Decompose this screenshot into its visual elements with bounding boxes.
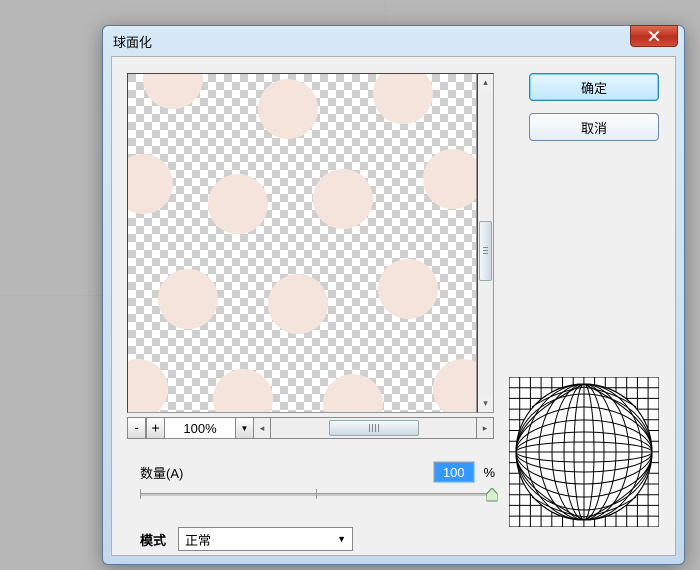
zoom-dropdown[interactable]: ▼ xyxy=(235,417,254,439)
titlebar[interactable]: 球面化 xyxy=(103,26,684,56)
scroll-down-icon[interactable]: ▾ xyxy=(478,395,493,412)
scroll-up-icon[interactable]: ▴ xyxy=(478,74,493,91)
close-icon xyxy=(648,30,660,42)
ok-button[interactable]: 确定 xyxy=(529,73,659,101)
dialog-client: ▴ ▾ - + 100% ▼ ◂ ▸ 数量(A) % xyxy=(111,56,676,556)
amount-input[interactable] xyxy=(434,462,474,482)
spherize-dialog: 球面化 ▴ ▾ - xyxy=(102,25,685,565)
slider-thumb[interactable] xyxy=(487,488,498,502)
vscroll-track[interactable] xyxy=(478,91,493,395)
amount-slider[interactable] xyxy=(140,485,492,503)
mode-row: 模式 正常 ▼ xyxy=(140,527,353,551)
amount-unit: % xyxy=(483,465,495,480)
spherize-wireframe-icon xyxy=(509,377,659,527)
mode-selected: 正常 xyxy=(185,530,211,549)
chevron-down-icon: ▼ xyxy=(337,534,346,544)
zoom-row: - + 100% ▼ ◂ ▸ xyxy=(127,417,494,439)
slider-tick-min xyxy=(140,489,141,499)
close-button[interactable] xyxy=(630,25,678,47)
amount-row: 数量(A) % xyxy=(140,462,495,482)
preview-area[interactable] xyxy=(127,73,477,413)
preview-hscrollbar[interactable]: ◂ ▸ xyxy=(254,417,494,439)
scroll-left-icon[interactable]: ◂ xyxy=(254,418,271,438)
dialog-title: 球面化 xyxy=(113,32,152,51)
zoom-value: 100% xyxy=(165,417,235,439)
zoom-out-button[interactable]: - xyxy=(127,417,146,439)
preview-vscrollbar[interactable]: ▴ ▾ xyxy=(477,73,494,413)
mode-select[interactable]: 正常 ▼ xyxy=(178,527,353,551)
button-column: 确定 取消 xyxy=(529,73,659,153)
ruler-guide-horizontal xyxy=(0,295,102,296)
vscroll-thumb[interactable] xyxy=(479,221,492,281)
ruler-guide-vertical xyxy=(385,0,386,25)
cancel-button[interactable]: 取消 xyxy=(529,113,659,141)
slider-tick-mid xyxy=(316,489,317,499)
hscroll-track[interactable] xyxy=(271,418,476,438)
zoom-in-button[interactable]: + xyxy=(146,417,165,439)
scroll-right-icon[interactable]: ▸ xyxy=(476,418,493,438)
hscroll-thumb[interactable] xyxy=(329,420,419,436)
amount-label: 数量(A) xyxy=(140,463,183,482)
mode-label: 模式 xyxy=(140,530,166,549)
